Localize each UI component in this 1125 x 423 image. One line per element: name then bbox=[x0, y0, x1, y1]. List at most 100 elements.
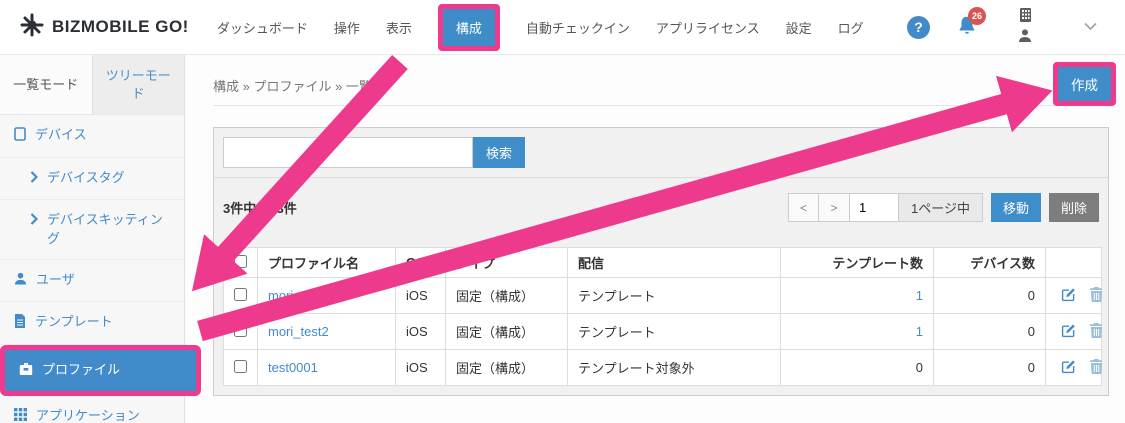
profile-name-link[interactable]: mori_test2 bbox=[268, 324, 329, 339]
col-os: OS bbox=[396, 248, 446, 278]
tab-list-mode[interactable]: 一覧モード bbox=[0, 55, 92, 114]
top-header: BIZMOBILE GO! ダッシュボード 操作 表示 構成 自動チェックイン … bbox=[0, 0, 1125, 55]
select-all-checkbox[interactable] bbox=[234, 255, 247, 268]
profile-name-link[interactable]: mori_test1 bbox=[268, 288, 329, 303]
col-actions bbox=[1046, 248, 1102, 278]
sidebar-item-profile[interactable]: プロファイル bbox=[5, 350, 196, 391]
notification-count-badge: 26 bbox=[968, 7, 986, 25]
row-checkbox[interactable] bbox=[234, 288, 247, 301]
template-file-icon bbox=[14, 314, 26, 333]
search-input[interactable] bbox=[223, 137, 473, 168]
col-profile-name: プロファイル名 bbox=[258, 248, 396, 278]
col-delivery: 配信 bbox=[568, 248, 781, 278]
trash-icon[interactable] bbox=[1090, 359, 1103, 377]
type-cell: 固定（構成） bbox=[446, 350, 568, 386]
template-count-link[interactable]: 1 bbox=[916, 288, 923, 303]
device-count-cell: 0 bbox=[934, 314, 1046, 350]
delivery-cell: テンプレート bbox=[568, 278, 781, 314]
list-meta-row: 3件中1～3件 < > 1ページ中 移動 削除 bbox=[214, 177, 1108, 237]
account-button[interactable] bbox=[1018, 8, 1032, 47]
os-cell: iOS bbox=[396, 278, 446, 314]
chevron-down-icon[interactable] bbox=[1084, 18, 1097, 36]
trash-icon[interactable] bbox=[1090, 287, 1103, 305]
building-icon bbox=[1019, 8, 1032, 27]
move-page-button[interactable]: 移動 bbox=[991, 193, 1041, 222]
edit-icon[interactable] bbox=[1061, 287, 1076, 305]
trash-icon[interactable] bbox=[1090, 323, 1103, 341]
col-template-count: テンプレート数 bbox=[781, 248, 934, 278]
sidebar-item-profile-annotation: プロファイル bbox=[0, 345, 201, 396]
nav-display[interactable]: 表示 bbox=[386, 18, 412, 37]
page-total-label: 1ページ中 bbox=[899, 193, 983, 222]
sidebar-item-device-kitting[interactable]: デバイスキッティング bbox=[0, 200, 184, 259]
device-icon bbox=[14, 127, 26, 146]
table-row: mori_test2 iOS 固定（構成） テンプレート 1 0 bbox=[224, 314, 1102, 350]
edit-icon[interactable] bbox=[1061, 323, 1076, 341]
type-cell: 固定（構成） bbox=[446, 314, 568, 350]
create-button-annotation: 作成 bbox=[1053, 62, 1116, 106]
delivery-cell: テンプレート bbox=[568, 314, 781, 350]
sidebar-item-label: デバイスタグ bbox=[47, 169, 125, 187]
sidebar-item-label: ユーザ bbox=[36, 271, 75, 289]
breadcrumb: 構成 » プロファイル » 一覧 bbox=[213, 76, 372, 95]
profile-list-panel: 検索 3件中1～3件 < > 1ページ中 移動 削除 bbox=[213, 127, 1109, 396]
device-count-cell: 0 bbox=[934, 350, 1046, 386]
col-type: タイプ bbox=[446, 248, 568, 278]
nav-dashboard[interactable]: ダッシュボード bbox=[217, 18, 308, 37]
header-right-icons: ? 26 bbox=[907, 8, 1111, 47]
sidebar-item-templates[interactable]: テンプレート bbox=[0, 302, 184, 345]
sidebar-item-label: テンプレート bbox=[35, 313, 113, 331]
nav-auto-checkin[interactable]: 自動チェックイン bbox=[526, 18, 630, 37]
nav-configuration[interactable]: 構成 bbox=[443, 9, 495, 46]
search-button[interactable]: 検索 bbox=[473, 137, 525, 168]
type-cell: 固定（構成） bbox=[446, 278, 568, 314]
sidebar-item-label: デバイス bbox=[35, 126, 87, 144]
asterisk-logo-icon bbox=[20, 13, 44, 42]
next-page-button[interactable]: > bbox=[819, 193, 850, 222]
prev-page-button[interactable]: < bbox=[788, 193, 819, 222]
user-icon bbox=[14, 272, 27, 290]
template-count-link[interactable]: 1 bbox=[916, 324, 923, 339]
sidebar-menu: デバイス デバイスタグ デバイスキッティング ユーザ bbox=[0, 115, 184, 423]
os-cell: iOS bbox=[396, 350, 446, 386]
sidebar-item-applications[interactable]: アプリケーション bbox=[0, 396, 184, 423]
bizmobile-go-app: BIZMOBILE GO! ダッシュボード 操作 表示 構成 自動チェックイン … bbox=[0, 0, 1125, 423]
table-row: mori_test1 iOS 固定（構成） テンプレート 1 0 bbox=[224, 278, 1102, 314]
search-row: 検索 bbox=[214, 128, 1108, 177]
chevron-right-icon bbox=[30, 212, 38, 230]
row-checkbox[interactable] bbox=[234, 324, 247, 337]
profile-table-wrap: プロファイル名 OS タイプ 配信 テンプレート数 デバイス数 mori_t bbox=[223, 247, 1099, 386]
briefcase-icon bbox=[19, 362, 33, 380]
row-checkbox[interactable] bbox=[234, 360, 247, 373]
sidebar: 一覧モード ツリーモード デバイス デバイスタグ bbox=[0, 55, 185, 423]
edit-icon[interactable] bbox=[1061, 359, 1076, 377]
os-cell: iOS bbox=[396, 314, 446, 350]
result-summary: 3件中1～3件 bbox=[223, 198, 297, 217]
pagination: < > 1ページ中 移動 削除 bbox=[788, 193, 1099, 222]
nav-settings[interactable]: 設定 bbox=[786, 18, 812, 37]
nav-app-license[interactable]: アプリライセンス bbox=[656, 18, 760, 37]
profile-table: プロファイル名 OS タイプ 配信 テンプレート数 デバイス数 mori_t bbox=[223, 247, 1102, 386]
tab-tree-mode[interactable]: ツリーモード bbox=[92, 55, 185, 114]
nav-log[interactable]: ログ bbox=[838, 18, 864, 37]
profile-name-link[interactable]: test0001 bbox=[268, 360, 318, 375]
table-header-row: プロファイル名 OS タイプ 配信 テンプレート数 デバイス数 bbox=[224, 248, 1102, 278]
help-icon[interactable]: ? bbox=[907, 16, 930, 39]
chevron-right-icon bbox=[30, 170, 38, 188]
notifications-button[interactable]: 26 bbox=[956, 14, 978, 41]
brand-logo[interactable]: BIZMOBILE GO! bbox=[20, 13, 189, 42]
page-number-input[interactable] bbox=[850, 193, 899, 222]
brand-title: BIZMOBILE GO! bbox=[52, 17, 189, 37]
sidebar-item-devices[interactable]: デバイス bbox=[0, 115, 184, 158]
table-row: test0001 iOS 固定（構成） テンプレート対象外 0 0 bbox=[224, 350, 1102, 386]
create-button[interactable]: 作成 bbox=[1058, 67, 1111, 101]
nav-operation[interactable]: 操作 bbox=[334, 18, 360, 37]
sidebar-item-users[interactable]: ユーザ bbox=[0, 260, 184, 302]
col-device-count: デバイス数 bbox=[934, 248, 1046, 278]
breadcrumb-divider bbox=[213, 105, 1111, 106]
sidebar-item-device-tags[interactable]: デバイスタグ bbox=[0, 158, 184, 200]
device-count-cell: 0 bbox=[934, 278, 1046, 314]
delivery-cell: テンプレート対象外 bbox=[568, 350, 781, 386]
delete-button[interactable]: 削除 bbox=[1049, 193, 1099, 222]
nav-configuration-annotation: 構成 bbox=[438, 4, 500, 51]
